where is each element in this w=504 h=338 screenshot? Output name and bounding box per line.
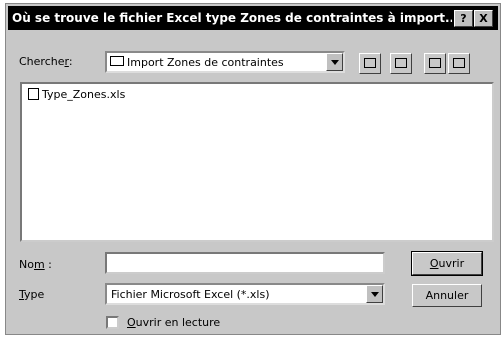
read-only-checkbox[interactable] [106,316,119,329]
file-name-input[interactable] [105,252,385,274]
new-folder-icon[interactable] [390,53,412,74]
list-item[interactable]: Type_Zones.xls [28,88,125,101]
file-name-label: Nom : [19,258,52,271]
file-type-label: Type [19,288,45,301]
excel-file-icon [28,88,39,100]
file-list[interactable]: Type_Zones.xls [20,82,494,242]
file-type-value: Fichier Microsoft Excel (*.xls) [111,288,270,301]
open-file-dialog: Où se trouve le fichier Excel type Zones… [5,3,501,335]
open-button[interactable]: Ouvrir [411,251,483,276]
look-in-combobox[interactable]: Import Zones de contraintes [105,51,345,73]
look-in-value: Import Zones de contraintes [127,56,284,69]
read-only-label: Ouvrir en lecture [127,316,221,329]
window-title: Où se trouve le fichier Excel type Zones… [12,11,452,25]
file-type-combobox[interactable]: Fichier Microsoft Excel (*.xls) [105,283,385,305]
cancel-button[interactable]: Annuler [412,284,482,307]
list-view-icon[interactable] [424,53,446,74]
chevron-down-icon[interactable] [366,285,383,303]
close-button[interactable]: X [474,10,493,27]
help-button[interactable]: ? [454,10,473,27]
title-bar[interactable]: Où se trouve le fichier Excel type Zones… [8,6,498,30]
up-folder-icon[interactable] [359,53,381,74]
folder-icon [110,56,124,66]
details-view-icon[interactable] [448,53,470,74]
chevron-down-icon[interactable] [326,53,343,71]
look-in-label: Chercher: [19,55,73,68]
file-name: Type_Zones.xls [42,88,126,101]
